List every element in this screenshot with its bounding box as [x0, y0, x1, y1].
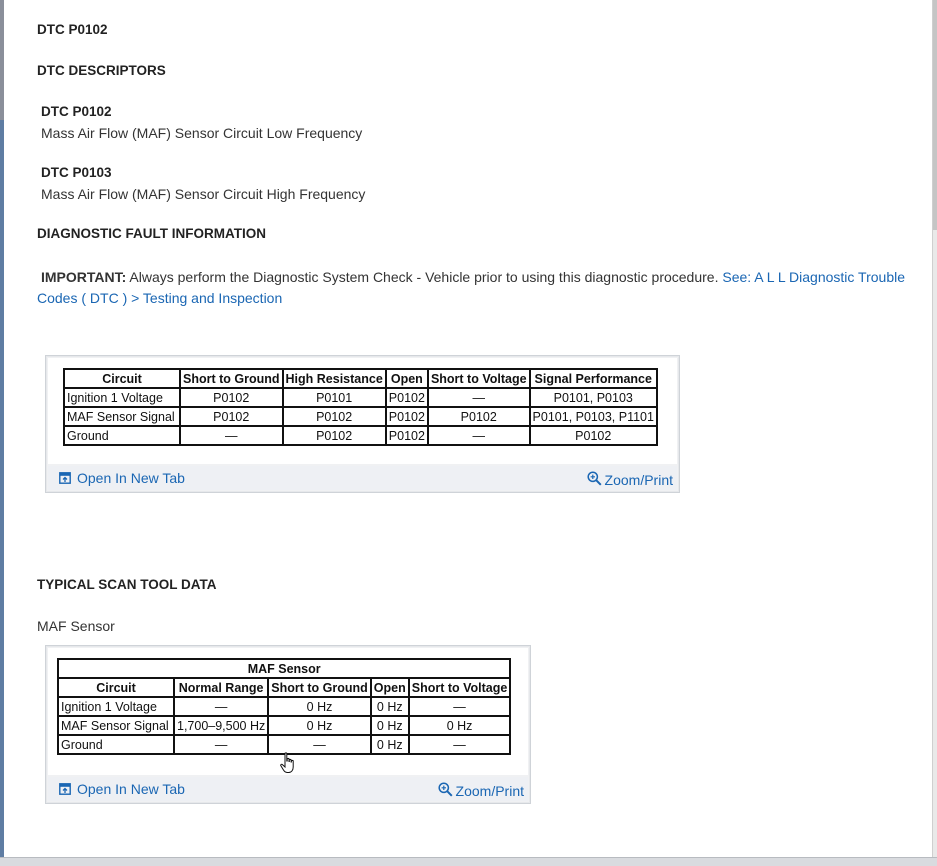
table-cell: P0102 [281, 406, 387, 427]
column-header: High Resistance [281, 368, 387, 389]
table-row: MAF Sensor Signal 1,700–9,500 Hz 0 Hz 0 … [57, 715, 512, 736]
table-cell: 0 Hz [267, 715, 372, 736]
scrollbar[interactable] [932, 0, 937, 866]
table-cell: — [172, 696, 270, 717]
table-cell: P0102 [281, 425, 387, 446]
fault-table: Circuit Short to Ground High Resistance … [63, 368, 658, 446]
scrollbar-thumb[interactable] [933, 0, 937, 230]
table-cell: — [172, 734, 270, 755]
column-header: Short to Voltage [407, 677, 512, 698]
figure-toolbar: Open In New Tab Zoom/Print [48, 777, 528, 801]
table-title: MAF Sensor [56, 658, 512, 679]
table-cell: 0 Hz [369, 715, 410, 736]
column-header: Short to Ground [179, 368, 284, 389]
descriptor-code: DTC P0102 [41, 104, 112, 119]
table-cell: P0102 [384, 387, 429, 408]
table-cell: P0102 [179, 406, 284, 427]
table-cell: 0 Hz [267, 696, 372, 717]
table-row: Ignition 1 Voltage P0102 P0101 P0102 — P… [63, 387, 658, 408]
table-cell: P0101, P0103, P1101 [528, 406, 658, 427]
table-cell: — [426, 425, 531, 446]
zoom-icon [437, 781, 453, 797]
table-cell: 0 Hz [369, 734, 410, 755]
table-cell: P0102 [384, 425, 429, 446]
window-bottom-edge [0, 857, 937, 866]
table-title-row: MAF Sensor [56, 658, 512, 679]
maf-sensor-label: MAF Sensor [37, 618, 115, 634]
open-in-new-tab-icon [59, 472, 71, 484]
table-cell: Ground [63, 425, 181, 446]
table-cell: P0101, P0103 [528, 387, 658, 408]
table-cell: P0102 [179, 387, 284, 408]
table-row: Ground — P0102 P0102 — P0102 [63, 425, 658, 446]
fault-info-heading: DIAGNOSTIC FAULT INFORMATION [37, 226, 266, 241]
scan-tool-heading: TYPICAL SCAN TOOL DATA [37, 577, 217, 592]
zoom-print-link[interactable]: Zoom/Print [437, 779, 524, 799]
table-cell: MAF Sensor Signal [57, 715, 175, 736]
table-cell: 1,700–9,500 Hz [172, 715, 270, 736]
table-cell: — [407, 696, 512, 717]
table-cell: 0 Hz [369, 696, 410, 717]
zoom-icon [586, 470, 602, 486]
fault-table-image: Circuit Short to Ground High Resistance … [48, 358, 677, 464]
table-cell: Ground [57, 734, 175, 755]
hand-cursor-icon [280, 752, 294, 773]
table-header-row: Circuit Short to Ground High Resistance … [63, 368, 658, 389]
table-cell: MAF Sensor Signal [63, 406, 181, 427]
table-cell: Ignition 1 Voltage [63, 387, 181, 408]
open-in-new-tab-label: Open In New Tab [77, 781, 185, 797]
column-header: Circuit [57, 677, 175, 698]
table-cell: P0102 [384, 406, 429, 427]
open-in-new-tab-link[interactable]: Open In New Tab [59, 781, 185, 797]
table-cell: 0 Hz [407, 715, 512, 736]
column-header: Short to Voltage [426, 368, 531, 389]
fault-table-figure: Circuit Short to Ground High Resistance … [45, 355, 680, 493]
important-text: Always perform the Diagnostic System Che… [126, 269, 723, 285]
dtc-title: DTC P0102 [37, 22, 108, 37]
descriptor-code: DTC P0103 [41, 165, 112, 180]
table-row: Ignition 1 Voltage — 0 Hz 0 Hz — [57, 696, 512, 717]
descriptor-description: Mass Air Flow (MAF) Sensor Circuit High … [41, 186, 366, 202]
table-cell: P0102 [426, 406, 531, 427]
table-cell: — [179, 425, 284, 446]
important-note: IMPORTANT: Always perform the Diagnostic… [37, 267, 927, 309]
table-cell: Ignition 1 Voltage [57, 696, 175, 717]
column-header: Open [369, 677, 410, 698]
column-header: Open [384, 368, 429, 389]
open-in-new-tab-label: Open In New Tab [77, 470, 185, 486]
column-header: Circuit [63, 368, 181, 389]
column-header: Signal Performance [528, 368, 658, 389]
descriptor-description: Mass Air Flow (MAF) Sensor Circuit Low F… [41, 125, 363, 141]
column-header: Normal Range [172, 677, 270, 698]
scan-table: MAF Sensor Circuit Normal Range Short to… [56, 658, 512, 755]
figure-toolbar: Open In New Tab Zoom/Print [48, 466, 677, 490]
window-left-edge [0, 0, 4, 866]
column-header: Short to Ground [267, 677, 372, 698]
table-cell: — [426, 387, 531, 408]
table-row: MAF Sensor Signal P0102 P0102 P0102 P010… [63, 406, 658, 427]
table-cell: — [407, 734, 512, 755]
open-in-new-tab-link[interactable]: Open In New Tab [59, 470, 185, 486]
open-in-new-tab-icon [59, 783, 71, 795]
table-header-row: Circuit Normal Range Short to Ground Ope… [57, 677, 512, 698]
table-cell: P0102 [528, 425, 658, 446]
zoom-print-label: Zoom/Print [604, 472, 673, 488]
zoom-print-label: Zoom/Print [455, 783, 524, 799]
descriptors-heading: DTC DESCRIPTORS [37, 63, 166, 78]
zoom-print-link[interactable]: Zoom/Print [586, 468, 673, 488]
table-cell: P0101 [281, 387, 387, 408]
important-label: IMPORTANT: [41, 269, 127, 285]
scan-table-figure: MAF Sensor Circuit Normal Range Short to… [45, 645, 531, 804]
